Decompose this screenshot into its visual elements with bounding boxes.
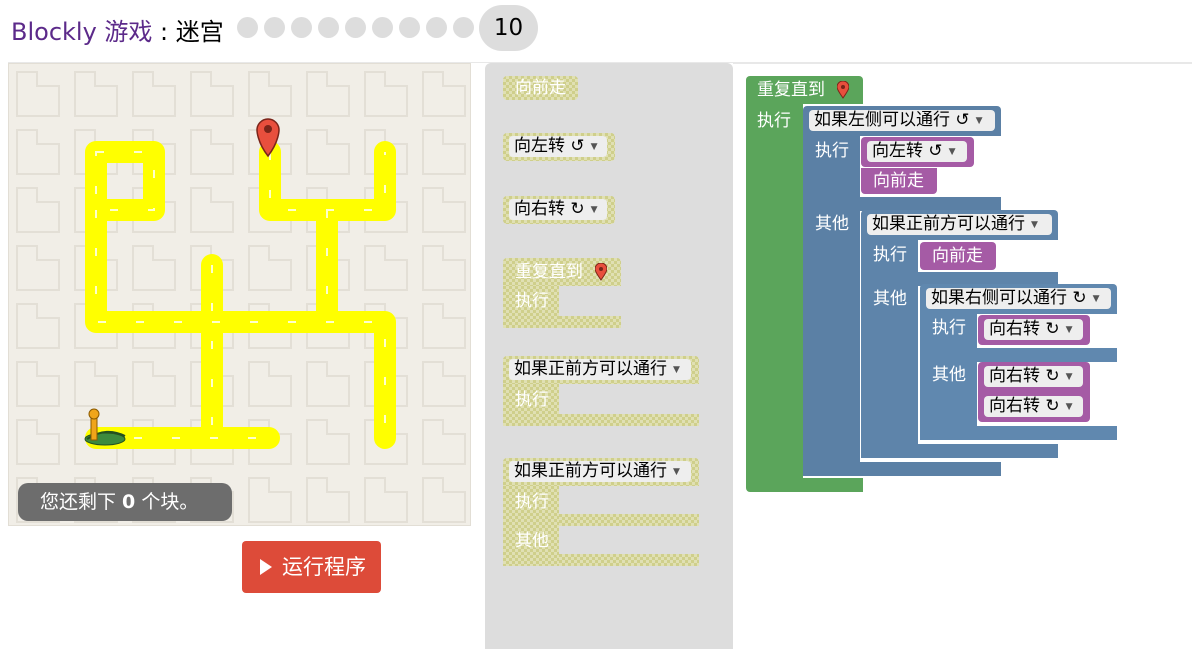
- maze-board: [8, 63, 471, 526]
- toolbox-turn-right-block[interactable]: 向右转 ↻ ▼: [503, 196, 615, 224]
- workspace-turn-left-label: 向左转 ↺: [872, 141, 943, 161]
- workspace-turn-right-dropdown[interactable]: 向右转 ↻ ▼: [984, 366, 1083, 387]
- dropdown-arrow-icon: ▼: [1065, 325, 1073, 335]
- dropdown-arrow-icon: ▼: [1065, 372, 1073, 382]
- workspace-repeat-until-label: 重复直到: [757, 80, 825, 100]
- toolbox-if-else-do-label: 执行: [515, 492, 549, 512]
- toolbox-turn-right-dropdown[interactable]: 向右转 ↻ ▼: [509, 199, 607, 220]
- level-dot[interactable]: [345, 17, 366, 38]
- page-title: Blockly 游戏 : 迷宫: [11, 12, 224, 47]
- toolbox-if-do-label: 执行: [515, 390, 549, 410]
- workspace-turn-left-dropdown[interactable]: 向左转 ↺ ▼: [867, 141, 967, 162]
- workspace-turn-left-block[interactable]: 向左转 ↺ ▼: [861, 137, 974, 167]
- level-dot[interactable]: [453, 17, 474, 38]
- workspace-if-right-dropdown[interactable]: 如果右侧可以通行 ↻ ▼: [926, 288, 1111, 309]
- capacity-prefix: 您还剩下: [40, 491, 123, 513]
- workspace-turn-right-block[interactable]: 向右转 ↻ ▼: [978, 362, 1090, 392]
- game-name: 迷宫: [175, 18, 224, 46]
- workspace-turn-right-block[interactable]: 向右转 ↻ ▼: [978, 392, 1090, 422]
- workspace-move-forward-block[interactable]: 向前走: [920, 242, 996, 270]
- workspace-turn-right-dropdown[interactable]: 向右转 ↻ ▼: [984, 396, 1083, 417]
- workspace-repeat-do-label: 执行: [757, 111, 791, 131]
- workspace-turn-right-label: 向右转 ↻: [989, 319, 1060, 339]
- level-dot[interactable]: [237, 17, 258, 38]
- level-dot[interactable]: [426, 17, 447, 38]
- header: Blockly 游戏 : 迷宫 10: [0, 0, 1192, 62]
- toolbox-flyout: 向前走 向左转 ↺ ▼ 向右转 ↻ ▼ 重复直到 执行 如果正前方可以通行 ▼ 执行: [485, 63, 733, 649]
- workspace-if-left-dropdown[interactable]: 如果左侧可以通行 ↺ ▼: [809, 110, 995, 131]
- maze-background: [9, 64, 470, 525]
- workspace-turn-right-label: 向右转 ↻: [989, 396, 1060, 416]
- workspace-move-forward-label: 向前走: [873, 171, 924, 191]
- toolbox-turn-right-label: 向右转 ↻: [514, 199, 585, 219]
- workspace-if-ahead-dropdown[interactable]: 如果正前方可以通行 ▼: [867, 214, 1052, 235]
- workspace-if-left-do-label: 执行: [815, 141, 849, 161]
- toolbox-if-else-block[interactable]: 如果正前方可以通行 ▼ 执行 其他: [503, 458, 699, 566]
- dropdown-arrow-icon: ▼: [590, 205, 598, 215]
- toolbox-move-forward-label: 向前走: [515, 78, 566, 98]
- workspace-turn-right-label: 向右转 ↻: [989, 366, 1060, 386]
- workspace-turn-right-block[interactable]: 向右转 ↻ ▼: [978, 315, 1090, 345]
- workspace-turn-right-dropdown[interactable]: 向右转 ↻ ▼: [984, 319, 1083, 340]
- dropdown-arrow-icon: ▼: [1092, 294, 1100, 304]
- level-dot[interactable]: [291, 17, 312, 38]
- workspace-if-ahead-else-label: 其他: [873, 289, 907, 309]
- blocks-remaining-badge: 您还剩下 0 个块。: [18, 483, 232, 521]
- toolbox-if-path-block[interactable]: 如果正前方可以通行 ▼ 执行: [503, 356, 699, 426]
- toolbox-if-else-dropdown[interactable]: 如果正前方可以通行 ▼: [509, 461, 691, 482]
- toolbox-turn-left-block[interactable]: 向左转 ↺ ▼: [503, 133, 615, 161]
- level-dot[interactable]: [318, 17, 339, 38]
- dropdown-arrow-icon: ▼: [1065, 402, 1073, 412]
- workspace-if-right-label: 如果右侧可以通行 ↻: [931, 288, 1087, 308]
- capacity-count: 0: [122, 491, 136, 513]
- run-button-label: 运行程序: [282, 555, 366, 579]
- dropdown-arrow-icon: ▼: [673, 365, 680, 375]
- run-program-button[interactable]: 运行程序: [242, 541, 381, 593]
- capacity-suffix: 个块。: [135, 491, 199, 513]
- workspace-if-left-label: 如果左侧可以通行 ↺: [814, 110, 970, 130]
- level-dot[interactable]: [372, 17, 393, 38]
- workspace-if-left-else-label: 其他: [815, 214, 849, 234]
- workspace-move-forward-label: 向前走: [932, 246, 983, 266]
- current-level-badge[interactable]: 10: [479, 5, 538, 51]
- goal-pin-icon: [595, 263, 607, 281]
- app-name-link[interactable]: Blockly 游戏: [11, 18, 152, 46]
- toolbox-if-else-label: 如果正前方可以通行: [514, 461, 667, 481]
- toolbox-else-label: 其他: [515, 531, 549, 551]
- maze-svg: [9, 64, 470, 525]
- workspace-if-right-do-label: 执行: [932, 318, 966, 338]
- goal-pin-icon: [837, 81, 849, 99]
- toolbox-repeat-do-label: 执行: [515, 291, 549, 311]
- workspace-if-ahead-label: 如果正前方可以通行: [872, 214, 1025, 234]
- toolbox-if-path-dropdown[interactable]: 如果正前方可以通行 ▼: [509, 359, 691, 380]
- workspace-move-forward-block[interactable]: 向前走: [861, 168, 937, 194]
- toolbox-if-path-label: 如果正前方可以通行: [514, 359, 667, 379]
- dropdown-arrow-icon: ▼: [673, 467, 680, 477]
- workspace-if-ahead-do-label: 执行: [873, 245, 907, 265]
- play-icon: [260, 559, 272, 575]
- workspace-if-right-else-label: 其他: [932, 365, 966, 385]
- toolbox-turn-left-label: 向左转 ↺: [514, 136, 585, 156]
- title-separator: :: [152, 18, 176, 46]
- level-selector: [237, 17, 474, 38]
- dropdown-arrow-icon: ▼: [948, 147, 956, 157]
- dropdown-arrow-icon: ▼: [975, 116, 983, 126]
- toolbox-repeat-until-block[interactable]: 重复直到 执行: [503, 258, 621, 328]
- toolbox-turn-left-dropdown[interactable]: 向左转 ↺ ▼: [509, 136, 607, 157]
- block-workspace[interactable]: 重复直到 执行 如果左侧可以通行 ↺ ▼ 执行 其他 向左转 ↺ ▼ 向前走 如果正…: [733, 63, 1192, 649]
- level-dot[interactable]: [264, 17, 285, 38]
- toolbox-repeat-until-label: 重复直到: [515, 262, 583, 282]
- dropdown-arrow-icon: ▼: [1031, 220, 1038, 230]
- dropdown-arrow-icon: ▼: [590, 142, 598, 152]
- toolbox-move-forward-block[interactable]: 向前走: [503, 76, 578, 100]
- level-dot[interactable]: [399, 17, 420, 38]
